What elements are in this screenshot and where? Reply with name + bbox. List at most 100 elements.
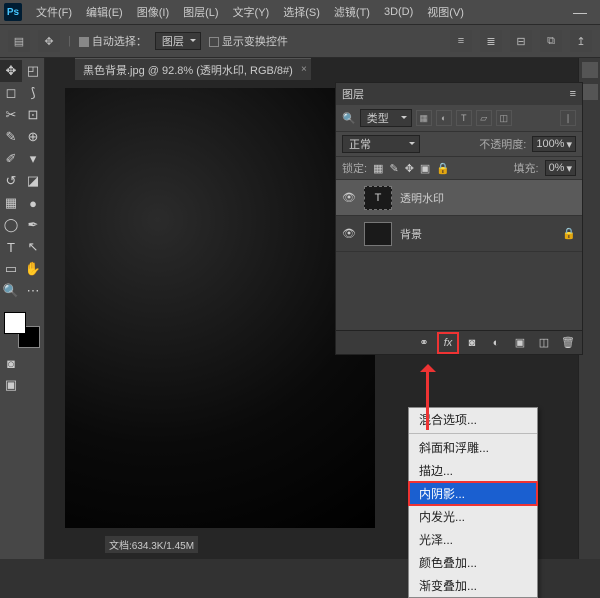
artboard-tool[interactable]: ◰	[22, 60, 44, 82]
link-layers-icon[interactable]: ⚭	[416, 335, 432, 351]
layers-list: 👁 T 透明水印 👁 背景 🔒	[336, 180, 582, 330]
screen-mode-icon[interactable]: ▣	[0, 374, 22, 396]
auto-select-dropdown[interactable]: 图层	[155, 32, 201, 50]
canvas[interactable]	[65, 88, 375, 528]
color-swatches[interactable]	[4, 312, 40, 348]
minimize-button[interactable]: —	[560, 4, 600, 20]
visibility-icon[interactable]: 👁	[342, 227, 356, 240]
type-tool[interactable]: T	[0, 236, 22, 258]
path-tool[interactable]: ↖	[22, 236, 44, 258]
stamp-tool[interactable]: ▾	[22, 148, 44, 170]
menu-blend-options[interactable]: 混合选项...	[409, 408, 537, 431]
filter-toggle[interactable]: ❘	[560, 110, 576, 126]
share-icon[interactable]: ↥	[570, 30, 592, 52]
layer-thumb-text[interactable]: T	[364, 186, 392, 210]
layer-thumb-image[interactable]	[364, 222, 392, 246]
show-transform-checkbox[interactable]	[209, 37, 219, 47]
document-tab[interactable]: 黑色背景.jpg @ 92.8% (透明水印, RGB/8#) ×	[75, 58, 311, 80]
rectangle-tool[interactable]: ▭	[0, 258, 22, 280]
history-brush-tool[interactable]: ↺	[0, 170, 22, 192]
layer-name: 背景	[400, 226, 422, 242]
panel-menu-icon[interactable]: ≡	[564, 88, 582, 100]
healing-tool[interactable]: ⊕	[22, 126, 44, 148]
menu-inner-glow[interactable]: 内发光...	[409, 505, 537, 528]
menu-edit[interactable]: 编辑(E)	[80, 4, 129, 20]
filter-adjust-icon[interactable]: ◐	[436, 110, 452, 126]
filter-pixel-icon[interactable]: ▦	[416, 110, 432, 126]
layers-panel: 图层 ≡ 🔍 类型 ▦ ◐ T ▱ ◫ ❘ 正常 不透明度: 100%▾ 锁定:…	[335, 82, 583, 355]
fx-button[interactable]: fx	[440, 335, 456, 351]
filter-smart-icon[interactable]: ◫	[496, 110, 512, 126]
quick-mask-icon[interactable]: ◙	[0, 352, 22, 374]
eraser-tool[interactable]: ◪	[22, 170, 44, 192]
layers-panel-title: 图层	[342, 86, 364, 102]
crop-tool[interactable]: ✂	[0, 104, 22, 126]
3d-mode-icon[interactable]: ⧉	[540, 30, 562, 52]
menu-image[interactable]: 图像(I)	[131, 4, 175, 20]
new-layer-icon[interactable]: ◫	[536, 335, 552, 351]
menu-stroke[interactable]: 描边...	[409, 459, 537, 482]
opacity-value[interactable]: 100%▾	[532, 136, 576, 152]
fill-label: 填充:	[514, 160, 539, 176]
foreground-color[interactable]	[4, 312, 26, 334]
panel-icon-1[interactable]	[582, 62, 598, 78]
panel-icon-2[interactable]	[582, 84, 598, 100]
auto-select-checkbox[interactable]	[79, 37, 89, 47]
menu-view[interactable]: 视图(V)	[421, 4, 470, 20]
brush-tool[interactable]: ✐	[0, 148, 22, 170]
menu-3d[interactable]: 3D(D)	[378, 6, 419, 18]
layer-item[interactable]: 👁 背景 🔒	[336, 216, 582, 252]
zoom-tool[interactable]: 🔍	[0, 280, 22, 302]
eyedropper-tool[interactable]: ✎	[0, 126, 22, 148]
gradient-tool[interactable]: ▦	[0, 192, 22, 214]
lock-paint-icon[interactable]: ✎	[389, 162, 398, 175]
menu-layer[interactable]: 图层(L)	[177, 4, 224, 20]
menu-type[interactable]: 文字(Y)	[227, 4, 276, 20]
lock-transparency-icon[interactable]: ▦	[373, 162, 383, 175]
marquee-tool[interactable]: ◻	[0, 82, 22, 104]
layer-mask-icon[interactable]: ◙	[464, 335, 480, 351]
adjustment-layer-icon[interactable]: ◐	[488, 335, 504, 351]
app-logo: Ps	[4, 3, 22, 21]
menu-separator	[409, 433, 537, 434]
blend-mode-dropdown[interactable]: 正常	[342, 135, 420, 153]
align-icon-2[interactable]: ≣	[480, 30, 502, 52]
lock-artboard-icon[interactable]: ▣	[420, 162, 430, 175]
align-icon[interactable]: ≡	[450, 30, 472, 52]
lock-all-icon[interactable]: 🔒	[436, 162, 450, 175]
auto-select-label: 自动选择：	[92, 36, 147, 48]
delete-layer-icon[interactable]: 🗑	[560, 335, 576, 351]
lasso-tool[interactable]: ⟆	[22, 82, 44, 104]
group-icon[interactable]: ▣	[512, 335, 528, 351]
layer-item[interactable]: 👁 T 透明水印	[336, 180, 582, 216]
pen-tool[interactable]: ✒	[22, 214, 44, 236]
lock-position-icon[interactable]: ✥	[405, 162, 414, 175]
dodge-tool[interactable]: ◯	[0, 214, 22, 236]
filter-kind-dropdown[interactable]: 类型	[360, 109, 412, 127]
close-tab-icon[interactable]: ×	[301, 64, 307, 75]
menu-satin[interactable]: 光泽...	[409, 528, 537, 551]
distribute-icon[interactable]: ⊟	[510, 30, 532, 52]
search-icon[interactable]: 🔍	[342, 112, 356, 125]
opacity-label: 不透明度:	[479, 136, 526, 152]
frame-tool[interactable]: ⊡	[22, 104, 44, 126]
filter-type-icon[interactable]: T	[456, 110, 472, 126]
menu-gradient-overlay[interactable]: 渐变叠加...	[409, 574, 537, 597]
edit-toolbar[interactable]: ⋯	[22, 280, 44, 302]
tool-preset-icon[interactable]: ▤	[8, 30, 30, 52]
document-title: 黑色背景.jpg @ 92.8% (透明水印, RGB/8#)	[83, 62, 293, 78]
menu-color-overlay[interactable]: 颜色叠加...	[409, 551, 537, 574]
menu-file[interactable]: 文件(F)	[30, 4, 78, 20]
blur-tool[interactable]: ●	[22, 192, 44, 214]
status-bar: 文档:634.3K/1.45M	[105, 536, 198, 553]
move-tool[interactable]: ✥	[0, 60, 22, 82]
menu-select[interactable]: 选择(S)	[277, 4, 326, 20]
move-tool-icon[interactable]: ✥	[38, 30, 60, 52]
filter-shape-icon[interactable]: ▱	[476, 110, 492, 126]
fill-value[interactable]: 0%▾	[545, 160, 576, 176]
hand-tool[interactable]: ✋	[22, 258, 44, 280]
menu-filter[interactable]: 滤镜(T)	[328, 4, 376, 20]
menu-inner-shadow[interactable]: 内阴影...	[409, 482, 537, 505]
visibility-icon[interactable]: 👁	[342, 191, 356, 204]
menu-bevel[interactable]: 斜面和浮雕...	[409, 436, 537, 459]
